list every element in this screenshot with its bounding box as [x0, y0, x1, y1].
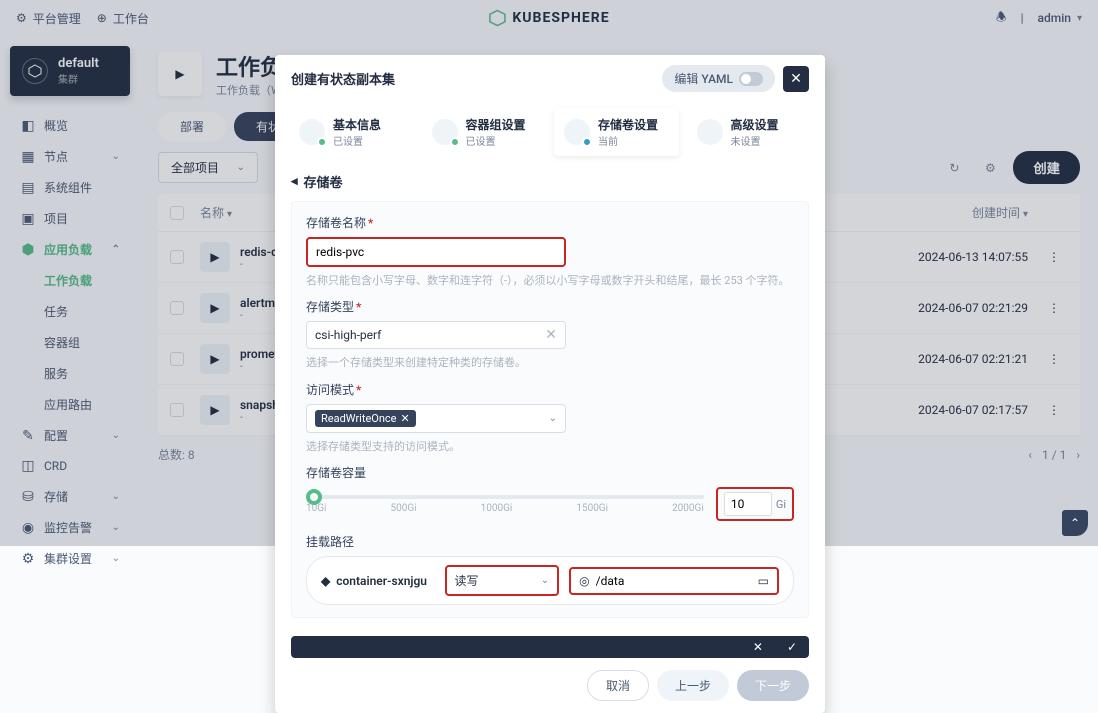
vol-capacity-label: 存储卷容量 [306, 466, 366, 480]
step-volume-title: 存储卷设置 [598, 116, 658, 133]
step-basic-title: 基本信息 [333, 116, 381, 133]
vol-name-label: 存储卷名称 [306, 216, 366, 230]
capacity-unit: Gi [776, 498, 786, 511]
volume-name-input[interactable] [306, 237, 566, 267]
vol-name-hint: 名称只能包含小写字母、数字和连字符（-），必须以小写字母或数字开头和结尾，最长 … [306, 273, 794, 288]
step-advanced-title: 高级设置 [731, 116, 779, 133]
vol-type-hint: 选择一个存储类型来创建特定种类的存储卷。 [306, 355, 794, 370]
capacity-slider[interactable] [306, 495, 704, 499]
container-icon: ◆ [321, 574, 330, 588]
step-pod-title: 容器组设置 [466, 116, 526, 133]
mount-mode-select[interactable]: 读写 ⌄ [445, 565, 560, 596]
remove-tag-icon[interactable]: ✕ [401, 412, 410, 425]
step-pod-icon [432, 119, 458, 145]
access-mode-select[interactable]: ReadWriteOnce ✕ ⌄ [306, 404, 566, 433]
chevron-down-icon: ⌄ [112, 553, 120, 564]
step-volume-icon [564, 119, 590, 145]
nav-cluster-settings[interactable]: ⚙ 集群设置 ⌄ [10, 543, 130, 574]
confirm-inline[interactable]: ✓ [787, 640, 797, 654]
edit-yaml-label: 编辑 YAML [674, 70, 733, 87]
help-button[interactable]: ⌃ [1062, 510, 1088, 536]
container-name: container-sxnjgu [336, 574, 427, 588]
confirm-bar: ✕ ✓ [291, 636, 809, 658]
slider-mark: 1500Gi [576, 503, 608, 514]
slider-mark: 2000Gi [672, 503, 704, 514]
storage-type-select[interactable]: csi-high-perf ✕ [306, 321, 566, 349]
vol-type-label: 存储类型 [306, 300, 354, 314]
step-advanced-icon [697, 119, 723, 145]
step-advanced-status: 未设置 [731, 133, 779, 148]
step-volume-status: 当前 [598, 133, 658, 148]
access-mode-value: ReadWriteOnce [321, 412, 397, 425]
edit-yaml-toggle[interactable]: 编辑 YAML [662, 65, 775, 92]
capacity-input[interactable] [724, 492, 772, 516]
path-icon: ◎ [579, 574, 589, 588]
step-basic-status: 已设置 [333, 133, 381, 148]
step-pod-status: 已设置 [466, 133, 526, 148]
vol-mode-label: 访问模式 [306, 383, 354, 397]
mount-path-input[interactable] [596, 574, 752, 588]
slider-mark: 1000Gi [481, 503, 513, 514]
cancel-button[interactable]: 取消 [587, 670, 649, 701]
subpath-icon[interactable]: ▭ [758, 574, 769, 588]
back-icon[interactable]: ◂ [291, 174, 298, 189]
nav-cluster-settings-label: 集群设置 [44, 550, 92, 567]
chevron-down-icon: ⌄ [549, 413, 557, 424]
create-statefulset-modal: 创建有状态副本集 编辑 YAML ✕ 基本信息已设置 容器组设置已设置 存储卷设… [275, 55, 825, 713]
mount-row: ◆ container-sxnjgu 读写 ⌄ ◎ ▭ [306, 556, 794, 605]
step-basic[interactable]: 基本信息已设置 [289, 108, 414, 156]
capacity-box: Gi [716, 487, 794, 521]
storage-type-value: csi-high-perf [315, 328, 381, 342]
step-advanced[interactable]: 高级设置未设置 [687, 108, 812, 156]
slider-mark: 500Gi [390, 503, 416, 514]
close-button[interactable]: ✕ [783, 66, 809, 92]
modal-title: 创建有状态副本集 [291, 69, 395, 88]
access-mode-tag: ReadWriteOnce ✕ [315, 410, 416, 427]
slider-handle[interactable] [306, 489, 322, 505]
vol-mode-hint: 选择存储类型支持的访问模式。 [306, 439, 794, 454]
mount-path-input-wrap: ◎ ▭ [569, 567, 779, 595]
step-basic-icon [299, 119, 325, 145]
step-pod[interactable]: 容器组设置已设置 [422, 108, 547, 156]
mount-mode-value: 读写 [455, 572, 479, 589]
mount-label: 挂载路径 [306, 535, 354, 549]
cancel-inline[interactable]: ✕ [753, 640, 763, 654]
next-button[interactable]: 下一步 [737, 670, 809, 701]
chevron-down-icon: ⌄ [541, 575, 549, 586]
section-title: 存储卷 [304, 172, 343, 191]
clear-icon[interactable]: ✕ [545, 327, 557, 343]
settings-icon: ⚙ [20, 551, 36, 567]
step-volume[interactable]: 存储卷设置当前 [554, 108, 679, 156]
prev-button[interactable]: 上一步 [657, 670, 729, 701]
toggle-icon [739, 72, 763, 86]
